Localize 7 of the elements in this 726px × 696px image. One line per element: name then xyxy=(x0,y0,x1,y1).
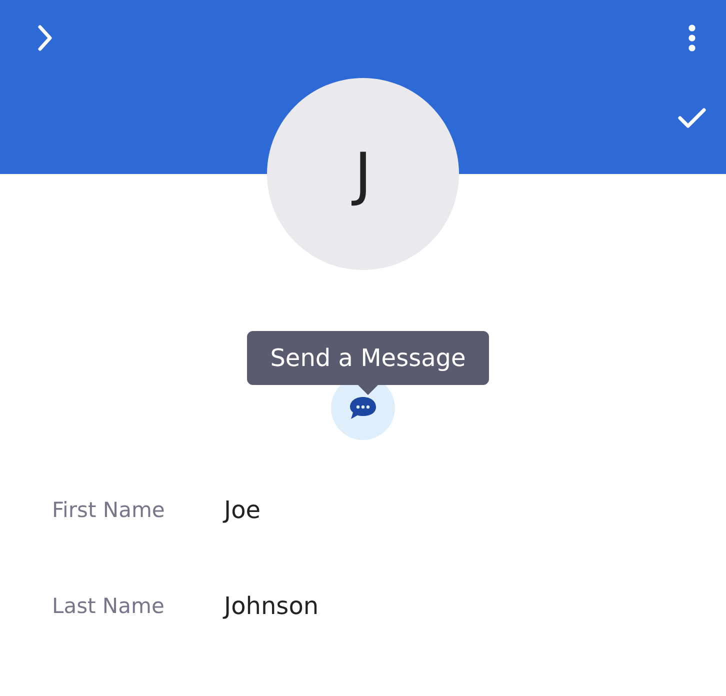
tooltip-pointer xyxy=(358,385,378,395)
field-label: First Name xyxy=(52,498,166,522)
field-value: Johnson xyxy=(224,592,319,620)
field-value: Joe xyxy=(224,496,261,524)
chat-bubble-icon xyxy=(348,395,378,421)
field-label: Last Name xyxy=(52,594,166,618)
tooltip: Send a Message xyxy=(247,331,489,385)
